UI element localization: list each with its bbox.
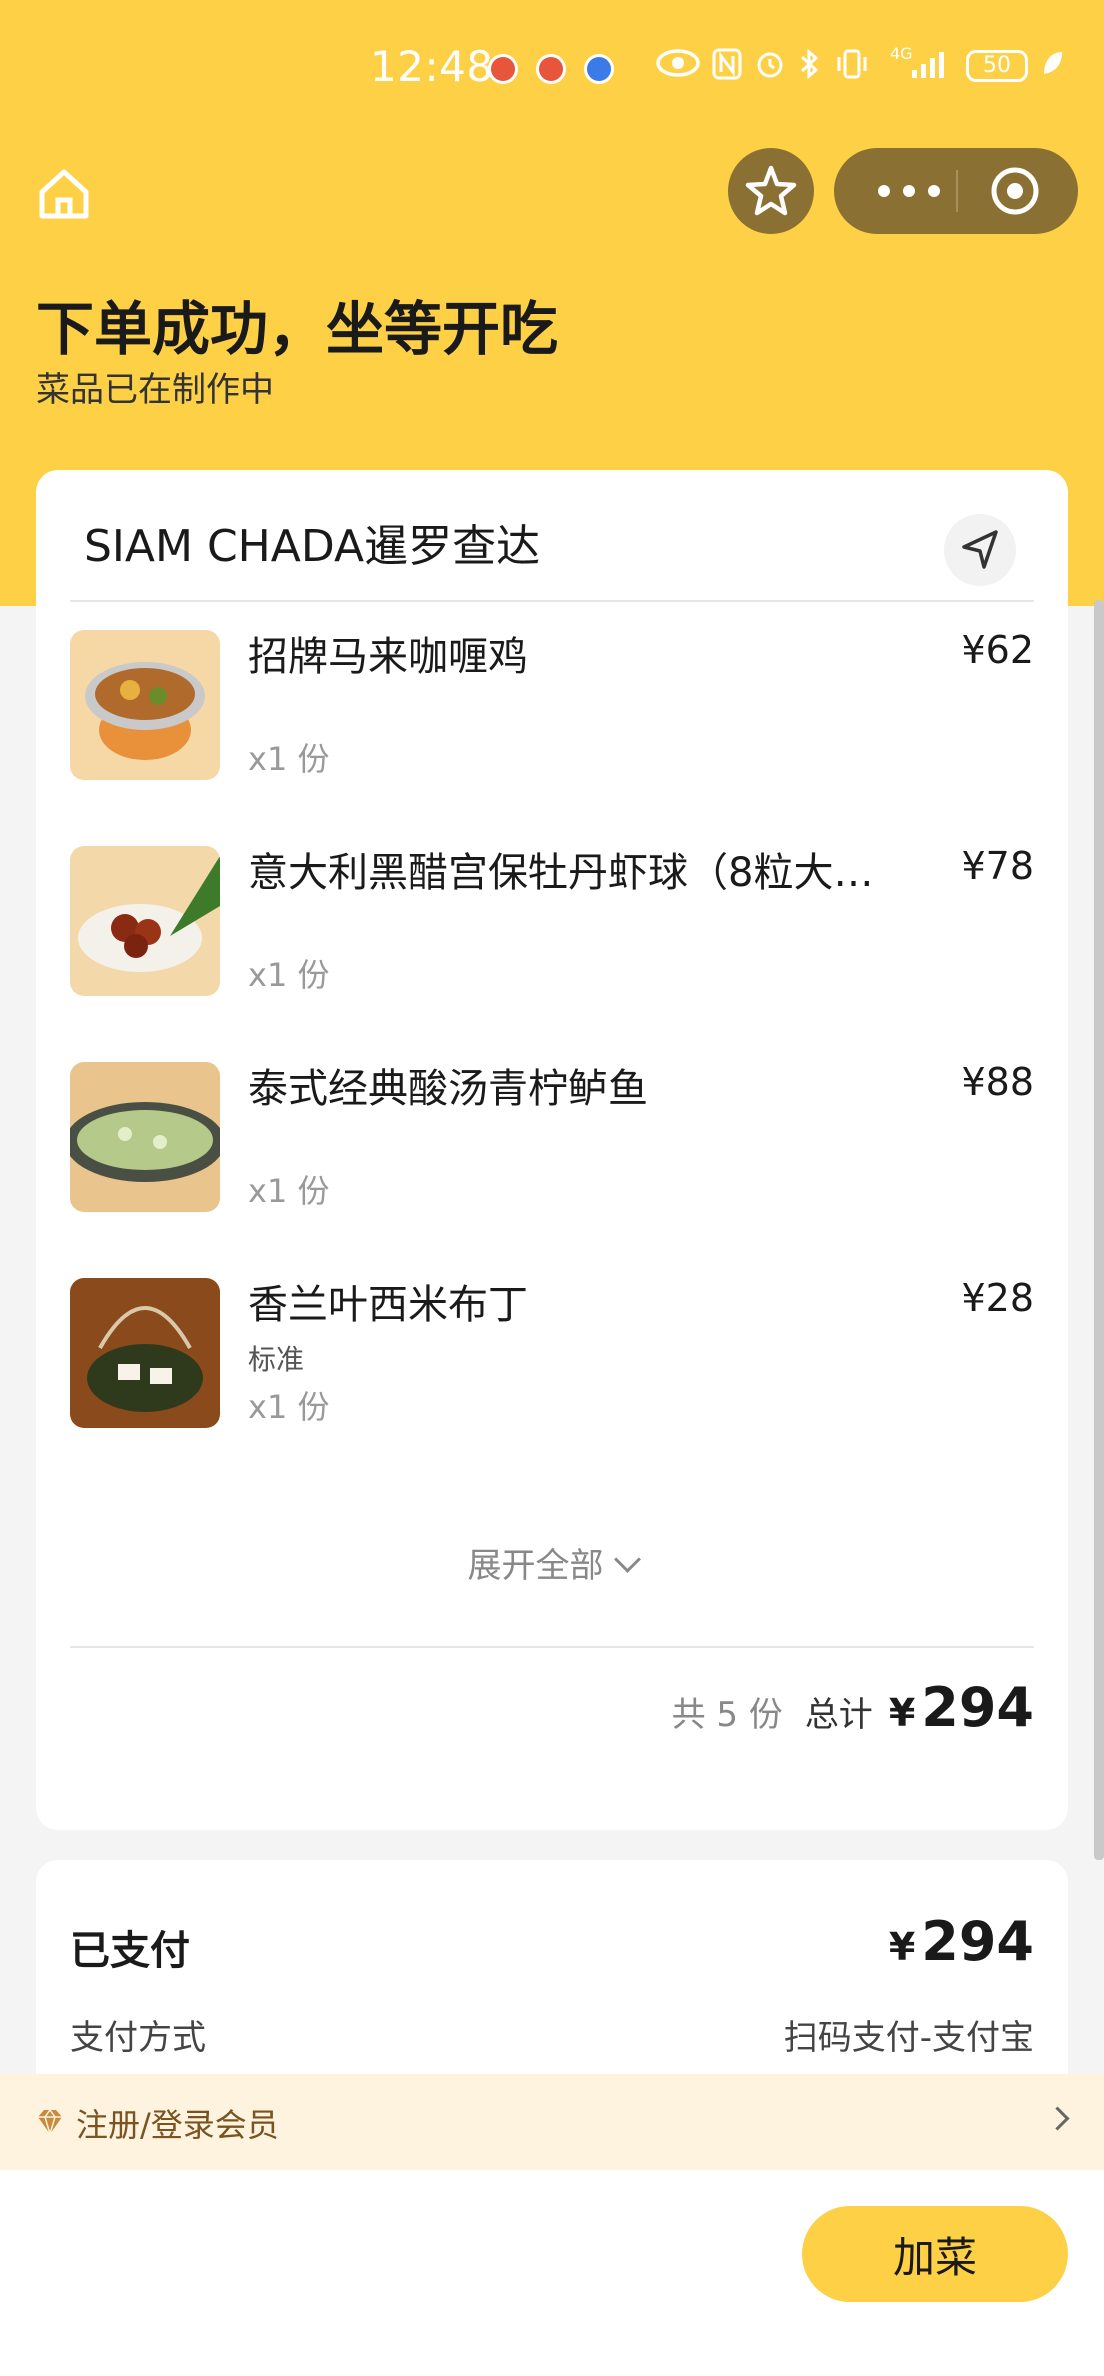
dish-price: ¥62 <box>961 628 1034 672</box>
order-card: SIAM CHADA暹罗查达 招牌马来咖喱鸡 x1 份 ¥62 意大利黑醋宫保牡… <box>36 470 1068 1830</box>
dish-spec: 标准 <box>248 1343 305 1376</box>
dish-image <box>70 1062 220 1212</box>
dish-price: ¥78 <box>961 844 1034 888</box>
paid-amount-value: 294 <box>921 1910 1034 1973</box>
dish-quantity: x1 份 <box>248 1388 330 1426</box>
dish-image <box>70 846 220 996</box>
dish-name: 意大利黑醋宫保牡丹虾球（8粒大… <box>248 850 874 896</box>
dish-name: 香兰叶西米布丁 <box>248 1282 528 1328</box>
app-notification-icon <box>584 54 614 84</box>
scrollbar[interactable] <box>1094 600 1104 1860</box>
divider <box>70 1646 1034 1648</box>
expand-all-button[interactable]: 展开全部 <box>36 1538 1068 1587</box>
dish-image <box>70 630 220 780</box>
paid-label: 已支付 <box>70 1928 190 1974</box>
diamond-icon <box>38 2108 62 2137</box>
dish-name: 泰式经典酸汤青柠鲈鱼 <box>248 1066 648 1112</box>
app-notification-icon <box>536 54 566 84</box>
total-label: 总计 <box>804 1695 873 1735</box>
more-button[interactable] <box>874 174 944 208</box>
member-login-label: 注册/登录会员 <box>76 2106 279 2144</box>
dish-price: ¥88 <box>961 1060 1034 1104</box>
navigation-arrow-icon <box>962 530 998 569</box>
order-item: 泰式经典酸汤青柠鲈鱼 x1 份 ¥88 <box>70 1060 1034 1222</box>
dish-name: 招牌马来咖喱鸡 <box>248 634 528 680</box>
order-item: 香兰叶西米布丁 标准 x1 份 ¥28 <box>70 1276 1034 1438</box>
capsule-divider <box>956 170 958 212</box>
favorite-button[interactable] <box>728 148 814 234</box>
order-item: 意大利黑醋宫保牡丹虾球（8粒大… x1 份 ¥78 <box>70 844 1034 1006</box>
member-login-bar[interactable]: 注册/登录会员 <box>0 2074 1104 2170</box>
signal-icon <box>906 48 954 88</box>
paid-amount: ¥294 <box>889 1910 1034 1973</box>
dish-image <box>70 1278 220 1428</box>
eye-icon <box>656 48 700 86</box>
target-icon <box>991 167 1039 215</box>
dish-quantity: x1 份 <box>248 740 330 778</box>
chevron-right-icon <box>1045 2106 1070 2131</box>
home-button[interactable] <box>34 164 94 224</box>
payment-method-value: 扫码支付-支付宝 <box>783 2018 1034 2058</box>
dish-quantity: x1 份 <box>248 1172 330 1210</box>
expand-all-label: 展开全部 <box>467 1546 604 1586</box>
status-bar: 12:48 4G 50 <box>0 40 1104 96</box>
nfc-icon <box>712 48 742 88</box>
total-amount: 294 <box>921 1676 1034 1739</box>
leaf-icon <box>1040 48 1066 86</box>
chevron-down-icon <box>613 1546 641 1573</box>
currency-symbol: ¥ <box>888 1691 916 1735</box>
bluetooth-icon <box>798 48 822 88</box>
home-icon <box>39 169 89 219</box>
star-icon <box>745 165 797 216</box>
dish-quantity: x1 份 <box>248 956 330 994</box>
item-count: 共 5 份 <box>671 1695 783 1735</box>
mini-program-capsule <box>834 148 1078 234</box>
divider <box>70 600 1034 602</box>
vibrate-icon <box>834 48 870 88</box>
close-mini-program-button[interactable] <box>990 166 1040 216</box>
page-title: 下单成功，坐等开吃 <box>36 295 559 363</box>
navigate-button[interactable] <box>944 514 1016 586</box>
status-time: 12:48 <box>370 42 494 91</box>
dish-price: ¥28 <box>961 1276 1034 1320</box>
currency-symbol: ¥ <box>888 1925 916 1969</box>
bottom-action-bar: 加菜 <box>0 2170 1104 2376</box>
app-notification-icon <box>488 54 518 84</box>
shop-name: SIAM CHADA暹罗查达 <box>84 521 541 572</box>
alarm-icon <box>754 48 786 88</box>
payment-method-label: 支付方式 <box>70 2018 206 2058</box>
order-item: 招牌马来咖喱鸡 x1 份 ¥62 <box>70 628 1034 790</box>
battery-icon: 50 <box>966 50 1028 82</box>
add-dish-button[interactable]: 加菜 <box>802 2206 1068 2302</box>
page-subtitle: 菜品已在制作中 <box>36 370 274 410</box>
more-dots-icon <box>878 185 940 197</box>
order-summary: 共 5 份总计 ¥294 <box>672 1676 1034 1739</box>
